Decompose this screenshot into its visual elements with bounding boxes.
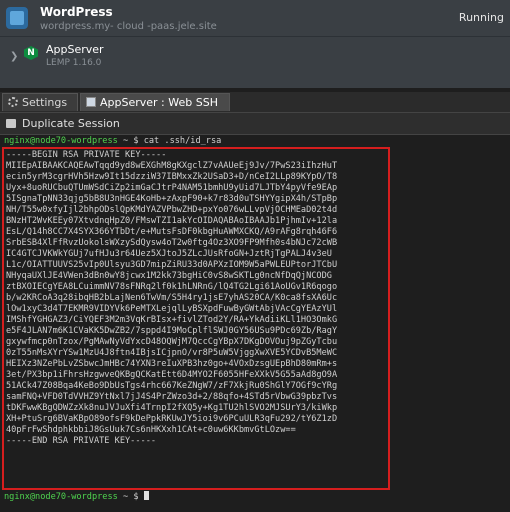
environment-panel: WordPress wordpress.my- cloud -paas.jele… [0,0,510,88]
environment-status: Running [458,11,504,24]
toolbar: Duplicate Session [0,113,510,135]
private-key-line: IC4GTCJVKWkYGUj7ufHJu3r64Uez5XJtoJ5ZLcJU… [6,249,332,259]
tab-web-ssh[interactable]: AppServer : Web SSH✕ [80,93,230,127]
tab-web-ssh-label: AppServer : Web SSH [100,96,218,109]
private-key-line: b/w2KRCoA3q28ibqHB2bLajNen6TwVm/S5H4ry1j… [6,293,338,303]
wordpress-env-icon [6,7,28,29]
private-key-line: tDKFwwKBgQDWZzXk8nuJVJuXfi4TrnpI2fXQ5y+K… [6,403,338,413]
private-key-line: NH/T55w0xfyIjl2bhpODslQpKMdYAZVPbwZHD+px… [6,205,338,215]
environment-name: WordPress [40,5,113,19]
terminal[interactable]: nginx@node70-wordpress ~ $ cat .ssh/id_r… [0,135,510,512]
node-name: AppServer [46,43,104,56]
prompt-user: nginx@node70-wordpress [4,136,118,146]
environment-url[interactable]: wordpress.my- cloud -paas.jele.site [40,21,217,32]
duplicate-session-label: Duplicate Session [22,117,120,130]
command-line: nginx@node70-wordpress ~ $ cat .ssh/id_r… [4,136,221,147]
tab-bar: Settings AppServer : Web SSH✕ [0,92,510,127]
expand-chevron-icon[interactable]: ❯ [10,51,18,62]
private-key-line: ztBXOIECgYEA8LCuimmNV78sFNRq2lf0k1hLNRnG… [6,282,338,292]
private-key-line: MIIEpAIBAAKCAQEAwTqqd9yd8wEXGhM8gKXgclZ7… [6,161,338,171]
private-key-line: samFNQ+VFD0TdVVHZ9YtNxl7jJ4S4PrZWzo3d+2/… [6,392,338,402]
private-key-line: XH+PtuSrg6BVaKBpO89ofsF9kDePpkRKUwJY5ioi… [6,414,338,424]
private-key-line: IMShfYGHGAZ3/CiYQEF3M2m3VqKrBIsx+fivlZTo… [6,315,338,325]
private-key-line: BNzHT2WvKEEy07XtvdnqHpZ0/FMswTZI1akYcOID… [6,216,338,226]
node-version: LEMP 1.16.0 [46,58,102,68]
private-key-output: -----BEGIN RSA PRIVATE KEY----- MIIEpAIBA… [6,150,337,447]
tab-settings-label: Settings [22,96,68,109]
private-key-line: 3et/PX3bp1iFhrsHzgwveQKBgQCKatEtt6D4MYO2… [6,370,338,380]
private-key-line: NHyqaUXlJE4VWen3dBn0wY8jcwx1M2kk73bgHiC0… [6,271,332,281]
terminal-cursor [143,491,149,500]
command-text: cat .ssh/id_rsa [143,136,222,146]
private-key-line: ecin5yrM3cgrHVh5Hzw9It15dzziW37IBMxxZk2U… [6,172,338,182]
nginx-icon: N [24,46,38,60]
gear-icon [8,97,18,107]
private-key-line: -----END RSA PRIVATE KEY----- [6,436,157,446]
prompt-path: ~ $ [117,136,144,146]
private-key-line: HEIXz3NZePbLvZSbwcJmHBc74YXN3reIuXPB3hz0… [6,359,338,369]
private-key-line: 40pFrFwShdphkbbiJ8GsUuk7Cs6nHKXxh1CAt+c0… [6,425,296,435]
private-key-line: e5F4JLAN7m6K1CVaKK5DwZB2/7sppd4I9MoCplfl… [6,326,338,336]
terminal-icon [86,97,96,107]
duplicate-icon [6,119,16,128]
private-key-line: Uyx+8uoRUCbuQTUmWSdCiZp2imGaCJtrP4NAM51b… [6,183,338,193]
prompt-path-2: ~ $ [117,492,144,502]
node-row[interactable]: ❯ N AppServer LEMP 1.16.0 [0,36,510,89]
private-key-line: SrbESB4XlFfRvzUokolsWXzySdQysw4oT2w0ftg4… [6,238,338,248]
private-key-line: gxywfmcp0nTzox/PgMAwNyVdYxcD48OQWjM7QccC… [6,337,338,347]
private-key-line: EsL/Q14h8CC7X4SYX366YTbDt/e+MutsFsDF0kbg… [6,227,338,237]
private-key-line: 0zT55nMsXYrYSw1MzU4J8ftn4IBjsICjpnO/vr8P… [6,348,338,358]
environment-header[interactable]: WordPress wordpress.my- cloud -paas.jele… [0,0,510,36]
duplicate-session-button[interactable]: Duplicate Session [6,115,120,132]
private-key-line: L1c/OIATTUUVS25vIp0Ulsyu3GD7mipZiRU33d0A… [6,260,338,270]
tab-settings[interactable]: Settings [2,93,78,111]
private-key-highlight: -----BEGIN RSA PRIVATE KEY----- MIIEpAIBA… [2,147,390,490]
prompt-user-2: nginx@node70-wordpress [4,492,118,502]
private-key-line: -----BEGIN RSA PRIVATE KEY----- [6,150,167,160]
private-key-line: 51ACk47Z08Bqa4KeBo9DbUsTgs4rhc667KeZNgW7… [6,381,338,391]
prompt-line: nginx@node70-wordpress ~ $ [4,491,149,503]
private-key-line: lOw1xyC3d4T7EKMR9VIDYVk6PeMTXLejqlLyBSXp… [6,304,338,314]
private-key-line: 5ISgnaTpNN33qjg5bB8U3nHGE4KoHb+zAxpF90+k… [6,194,338,204]
